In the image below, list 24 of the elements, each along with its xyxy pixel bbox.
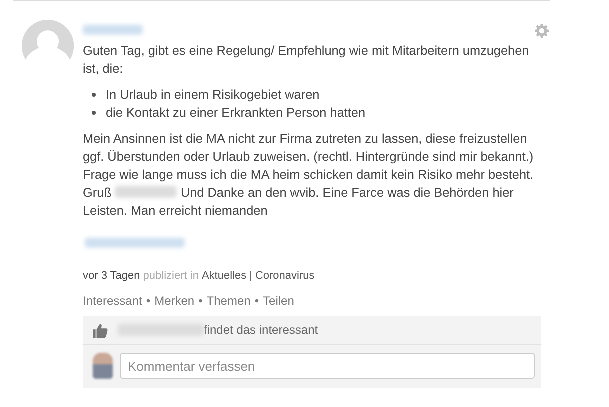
action-link[interactable]: Themen (206, 294, 251, 308)
action-link[interactable]: Teilen (263, 294, 294, 308)
redacted-author-name (83, 25, 143, 35)
bullet-icon (92, 111, 96, 115)
user-avatar-icon (93, 353, 113, 379)
post-text: Guten Tag, gibt es eine Regelung/ Empfehlung wie mit Mitarbeitern umzugehen ist, die: (83, 43, 530, 78)
separator: • (146, 294, 151, 308)
comment-field[interactable]: Kommentar verfassen (120, 353, 535, 379)
action-link[interactable]: Interessant (83, 294, 142, 308)
likes-text: findet das interessant (204, 323, 318, 337)
action-link[interactable]: Merken (154, 294, 195, 308)
post-age: vor 3 Tagen (83, 270, 140, 282)
post-text: Mein Ansinnen ist die MA nicht zur Firma zutreten zu lassen, diese freizustellen ggf. Überstunden oder Urlaub zuweisen. (rechtl. Hintergründe sind mir bekannt.) Frage wie lange muss ich die MA heim schicken damit kein Risiko mehr besteht. Gruß Und Danke an den wvib. Eine Farce was die Behörden hier Leisten. Man erreicht niemanden (83, 131, 535, 220)
category-link[interactable]: Coronavirus (255, 270, 315, 282)
list-item: In Urlaub in einem Risikogebiet waren (106, 87, 320, 104)
settings-icon[interactable] (535, 24, 549, 38)
separator: • (198, 294, 203, 308)
thumbs-up-icon (93, 322, 108, 338)
category-link[interactable]: Aktuelles (202, 270, 247, 282)
bullet-icon (92, 93, 96, 97)
published-label: publiziert in (143, 270, 199, 282)
separator: • (254, 294, 260, 308)
separator: | (250, 270, 252, 282)
list-item: die Kontakt zu einer Erkrankten Person hatten (106, 105, 366, 122)
